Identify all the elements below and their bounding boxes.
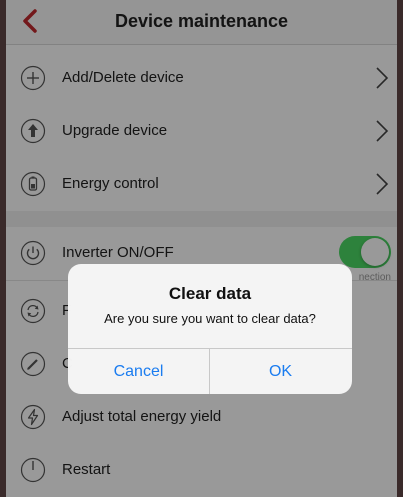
modal-backdrop[interactable] [6,0,397,497]
device-maintenance-screen: Device maintenance Add/Delete device Upg… [6,0,397,497]
clear-data-dialog: Clear data Are you sure you want to clea… [68,264,352,394]
dialog-title: Clear data [168,284,252,303]
dialog-message: Are you sure you want to clear data? [104,311,316,326]
ok-button[interactable]: OK [210,349,351,394]
dialog-button-bar: Cancel OK [68,348,352,394]
cancel-button[interactable]: Cancel [68,349,210,394]
